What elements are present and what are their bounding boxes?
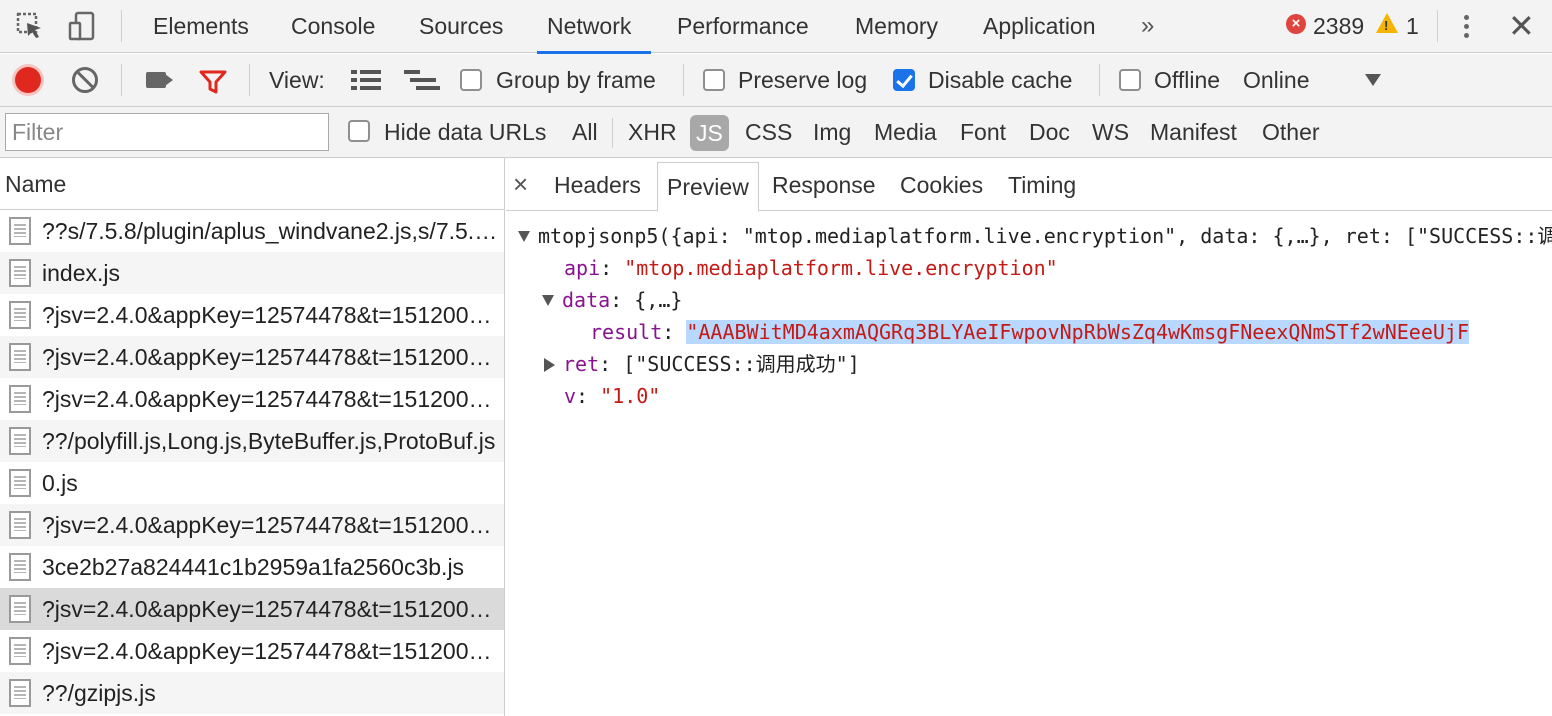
- request-row[interactable]: index.js: [0, 252, 504, 294]
- request-row[interactable]: ?jsv=2.4.0&appKey=12574478&t=15120000000…: [0, 336, 504, 378]
- view-label: View:: [269, 67, 325, 93]
- group-by-frame-label[interactable]: Group by frame: [496, 54, 656, 106]
- kebab-menu-icon[interactable]: [1456, 12, 1476, 42]
- request-row[interactable]: ?jsv=2.4.0&appKey=12574478&t=15120000000…: [0, 630, 504, 672]
- request-row[interactable]: ?jsv=2.4.0&appKey=12574478&t=15120000000…: [0, 378, 504, 420]
- file-icon: [9, 301, 31, 329]
- disable-cache-label[interactable]: Disable cache: [928, 54, 1072, 106]
- warning-count[interactable]: 1: [1406, 0, 1419, 52]
- tab-cookies[interactable]: Cookies: [900, 158, 983, 212]
- request-list: Name ??s/7.5.8/plugin/aplus_windvane2.js…: [0, 158, 505, 716]
- throttling-dropdown-icon[interactable]: [1365, 74, 1381, 86]
- json-preview: mtopjsonp5({api: "mtop.mediaplatform.liv…: [506, 211, 1552, 716]
- network-toolbar: View: Group by frame Preserve log Disabl…: [0, 54, 1552, 107]
- detail-tab-bar: × Headers Preview Response Cookies Timin…: [506, 158, 1552, 212]
- request-row[interactable]: ?jsv=2.4.0&appKey=12574478&t=15120000000…: [0, 294, 504, 336]
- file-icon: [9, 595, 31, 623]
- tab-memory[interactable]: Memory: [855, 0, 938, 53]
- offline-label[interactable]: Offline: [1154, 54, 1220, 106]
- filter-funnel-icon[interactable]: [199, 69, 227, 101]
- request-row[interactable]: ??s/7.5.8/plugin/aplus_windvane2.js,s/7.…: [0, 210, 504, 252]
- request-row[interactable]: 3ce2b27a824441c1b2959a1fa2560c3b.js: [0, 546, 504, 588]
- file-icon: [9, 259, 31, 287]
- hide-data-urls-checkbox[interactable]: [348, 120, 370, 142]
- disable-cache-checkbox[interactable]: [893, 69, 915, 91]
- request-row[interactable]: 0.js: [0, 462, 504, 504]
- tab-performance[interactable]: Performance: [677, 0, 809, 53]
- error-icon[interactable]: ×: [1286, 14, 1306, 34]
- warning-icon[interactable]: !: [1376, 13, 1398, 33]
- close-detail-icon[interactable]: ×: [513, 158, 528, 210]
- json-ret-node[interactable]: ret: ["SUCCESS::调用成功"]: [544, 348, 860, 380]
- file-icon: [9, 469, 31, 497]
- tab-preview[interactable]: Preview: [657, 162, 759, 212]
- filter-type-other[interactable]: Other: [1262, 107, 1320, 157]
- file-icon: [9, 511, 31, 539]
- tab-headers[interactable]: Headers: [554, 158, 641, 212]
- tab-elements[interactable]: Elements: [153, 0, 249, 53]
- tab-network[interactable]: Network: [536, 0, 652, 54]
- filter-input[interactable]: [5, 113, 329, 151]
- file-icon: [9, 553, 31, 581]
- file-icon: [9, 679, 31, 707]
- close-devtools-icon[interactable]: ✕: [1508, 4, 1535, 48]
- hide-data-urls-label[interactable]: Hide data URLs: [384, 107, 546, 157]
- offline-checkbox[interactable]: [1119, 69, 1141, 91]
- json-result-node: result: "AAABWitMD4axmAQGRq3BLYAeIFwpovN…: [590, 320, 1470, 344]
- tab-sources[interactable]: Sources: [419, 0, 503, 53]
- devtools-tab-bar: Elements Console Sources Network Perform…: [0, 0, 1552, 54]
- filter-type-xhr[interactable]: XHR: [628, 107, 677, 157]
- filter-type-manifest[interactable]: Manifest: [1150, 107, 1237, 157]
- filter-type-media[interactable]: Media: [874, 107, 937, 157]
- file-icon: [9, 637, 31, 665]
- capture-screenshots-icon[interactable]: [146, 72, 166, 88]
- json-root-node[interactable]: mtopjsonp5({api: "mtop.mediaplatform.liv…: [518, 220, 1552, 252]
- more-tabs-chevron-icon[interactable]: »: [1141, 0, 1154, 53]
- expanded-triangle-icon[interactable]: [542, 295, 554, 306]
- request-row[interactable]: ??/gzipjs.js: [0, 672, 504, 714]
- overview-waterfall-icon[interactable]: [404, 70, 440, 92]
- group-by-frame-checkbox[interactable]: [460, 69, 482, 91]
- request-row-selected[interactable]: ?jsv=2.4.0&appKey=12574478&t=15120000000…: [0, 588, 504, 630]
- filter-bar: Hide data URLs All XHR JS CSS Img Media …: [0, 107, 1552, 158]
- filter-type-js[interactable]: JS: [690, 115, 729, 151]
- json-api-node: api: "mtop.mediaplatform.live.encryption…: [564, 256, 1058, 280]
- tab-response[interactable]: Response: [772, 158, 876, 212]
- request-row[interactable]: ?jsv=2.4.0&appKey=12574478&t=15120000000…: [0, 504, 504, 546]
- throttling-select[interactable]: Online: [1243, 54, 1309, 106]
- filter-type-font[interactable]: Font: [960, 107, 1006, 157]
- large-rows-icon[interactable]: [351, 70, 381, 92]
- filter-type-css[interactable]: CSS: [745, 107, 792, 157]
- inspect-element-icon[interactable]: [12, 8, 48, 44]
- name-column-header[interactable]: Name: [0, 158, 504, 210]
- preserve-log-checkbox[interactable]: [703, 69, 725, 91]
- error-count[interactable]: 2389: [1313, 0, 1364, 52]
- filter-type-img[interactable]: Img: [813, 107, 851, 157]
- filter-type-all[interactable]: All: [572, 107, 598, 157]
- filter-type-doc[interactable]: Doc: [1029, 107, 1070, 157]
- request-detail-pane: × Headers Preview Response Cookies Timin…: [506, 158, 1552, 716]
- request-row[interactable]: ??/polyfill.js,Long.js,ByteBuffer.js,Pro…: [0, 420, 504, 462]
- clear-icon[interactable]: [72, 67, 98, 93]
- filter-type-ws[interactable]: WS: [1092, 107, 1129, 157]
- tab-timing[interactable]: Timing: [1008, 158, 1076, 212]
- tab-console[interactable]: Console: [291, 0, 375, 53]
- file-icon: [9, 427, 31, 455]
- collapsed-triangle-icon[interactable]: [544, 358, 555, 372]
- json-v-node: v: "1.0": [564, 384, 661, 408]
- json-data-node[interactable]: data: {,…}: [542, 284, 682, 316]
- device-toolbar-icon[interactable]: [64, 8, 100, 44]
- tab-application[interactable]: Application: [983, 0, 1096, 53]
- file-icon: [9, 343, 31, 371]
- file-icon: [9, 217, 31, 245]
- record-button[interactable]: [15, 67, 41, 93]
- preserve-log-label[interactable]: Preserve log: [738, 54, 867, 106]
- file-icon: [9, 385, 31, 413]
- expanded-triangle-icon[interactable]: [518, 231, 530, 242]
